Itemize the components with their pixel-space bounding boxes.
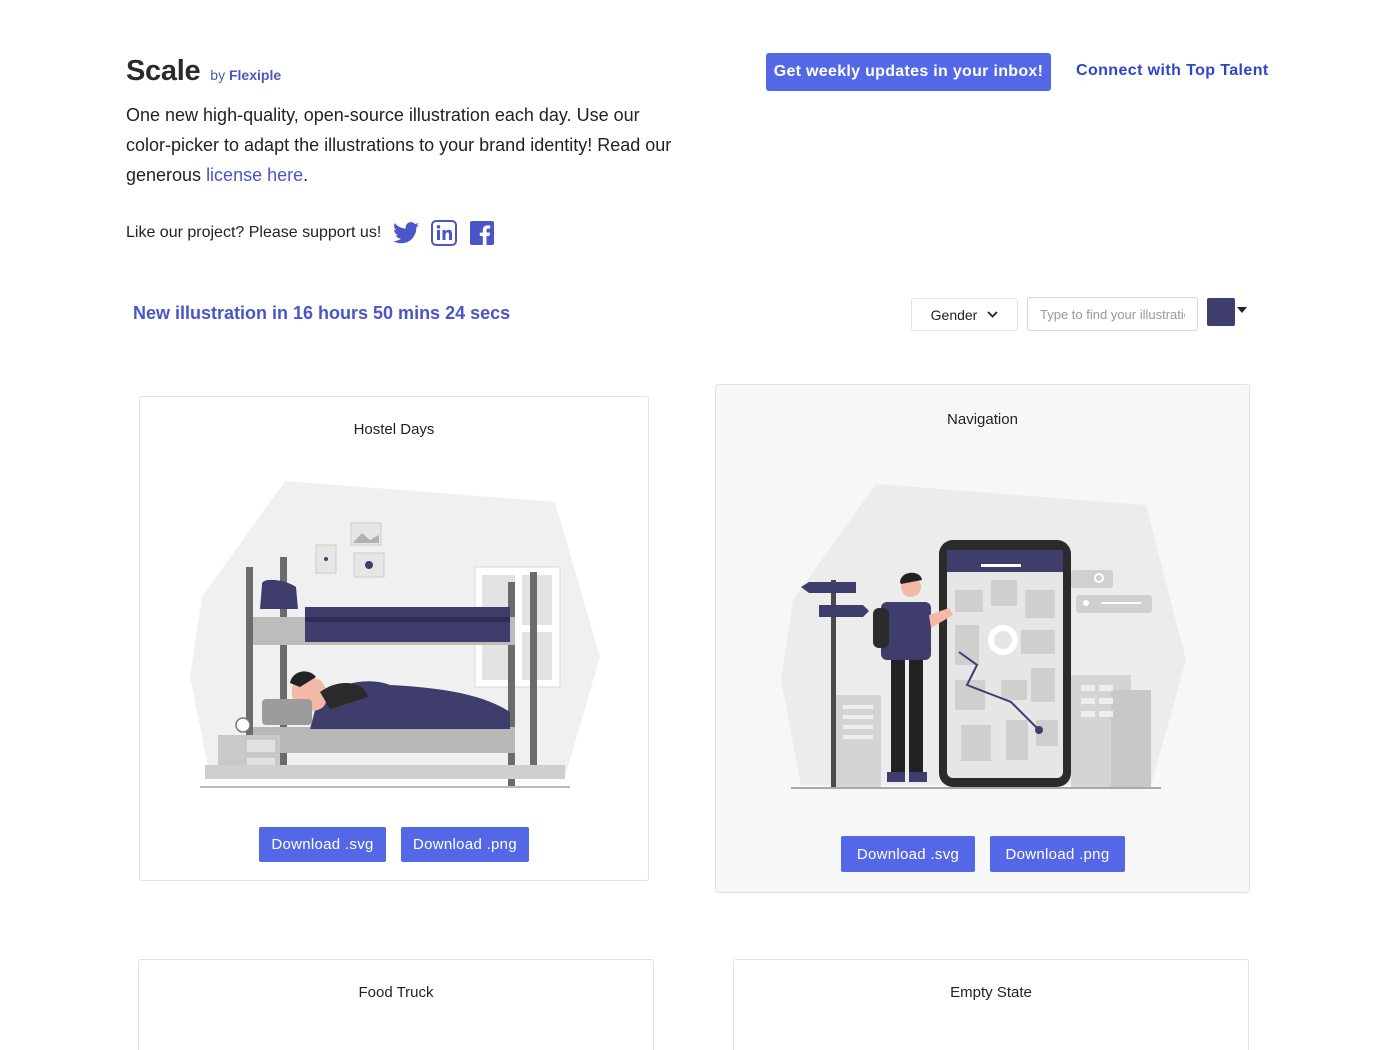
card-title: Food Truck: [358, 984, 434, 1001]
support-text: Like our project? Please support us!: [126, 224, 382, 241]
site-title: Scale: [126, 55, 201, 87]
brand-name: Flexiple: [228, 67, 282, 83]
intro-paragraph: One new high-quality, open-source illust…: [126, 100, 686, 190]
card-title: Empty State: [950, 984, 1032, 1001]
illustration-card: Food Truck: [138, 959, 654, 1050]
color-picker-swatch[interactable]: [1207, 298, 1235, 326]
card-title: Navigation: [947, 411, 1018, 428]
download-png-button[interactable]: Download .png: [401, 827, 529, 862]
download-svg-button[interactable]: Download .svg: [841, 836, 975, 872]
license-link[interactable]: license here: [206, 165, 303, 185]
hostel-days-illustration: [190, 481, 600, 788]
linkedin-icon[interactable]: [431, 220, 458, 246]
illustration-card: Hostel Days Download .svg Download .png: [139, 396, 649, 881]
download-svg-button[interactable]: Download .svg: [259, 827, 386, 862]
illustration-card: Navigation Download .svg Download .png: [715, 384, 1250, 893]
intro-end: .: [303, 165, 309, 185]
by-flexiple-link[interactable]: by Flexiple: [210, 67, 281, 83]
support-row: Like our project? Please support us!: [126, 220, 495, 246]
download-png-button[interactable]: Download .png: [990, 836, 1125, 872]
search-input[interactable]: [1027, 297, 1198, 331]
gender-dropdown[interactable]: Gender: [911, 298, 1018, 331]
connect-talent-link[interactable]: Connect with Top Talent: [1076, 62, 1269, 80]
card-title: Hostel Days: [353, 421, 435, 438]
navigation-illustration: [781, 484, 1186, 789]
twitter-icon[interactable]: [393, 220, 420, 246]
chevron-down-icon: [987, 311, 998, 318]
countdown-text: New illustration in 16 hours 50 mins 24 …: [133, 303, 511, 323]
color-picker-caret-icon[interactable]: [1237, 307, 1247, 313]
facebook-icon[interactable]: [469, 220, 495, 246]
illustration-card: Empty State: [733, 959, 1249, 1050]
by-prefix: by: [210, 67, 226, 83]
gender-label: Gender: [930, 306, 978, 323]
brand: Scale by Flexiple: [126, 55, 281, 88]
weekly-updates-button[interactable]: Get weekly updates in your inbox!: [766, 53, 1051, 91]
